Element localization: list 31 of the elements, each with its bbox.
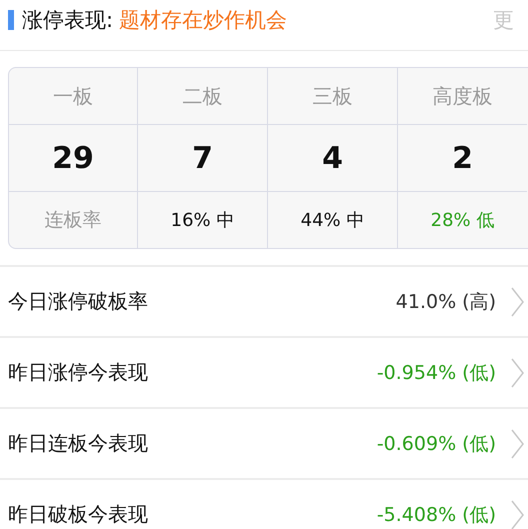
table-cell: 16% 中	[137, 191, 267, 248]
stat-label: 昨日涨停今表现	[8, 359, 148, 386]
section-marker	[8, 10, 14, 30]
column-header: 二板	[137, 68, 267, 124]
stat-row[interactable]: 昨日涨停今表现 -0.954% (低)	[0, 336, 528, 407]
chevron-right-icon	[510, 428, 524, 458]
stat-value: -5.408% (低)	[376, 502, 496, 528]
table-cell: 44% 中	[267, 191, 397, 248]
table-cell: 29	[9, 124, 137, 191]
stat-row[interactable]: 昨日连板今表现 -0.609% (低)	[0, 407, 528, 478]
stat-value: -0.609% (低)	[376, 432, 496, 456]
column-header: 高度板	[397, 68, 527, 124]
stat-value: -0.954% (低)	[376, 360, 496, 386]
stat-row[interactable]: 今日涨停破板率 41.0% (高)	[0, 265, 528, 336]
theme-text: 题材存在炒作机会	[119, 7, 288, 34]
table-cell: 28% 低	[397, 191, 527, 248]
stat-row[interactable]: 昨日破板今表现 -5.408% (低)	[0, 478, 528, 529]
row-header: 连板率	[9, 191, 137, 248]
chevron-right-icon	[510, 358, 524, 388]
stat-label: 昨日破板今表现	[8, 501, 148, 528]
table-cell: 4	[267, 124, 397, 191]
chevron-right-icon	[510, 500, 524, 529]
stat-label: 昨日连板今表现	[8, 430, 148, 457]
column-header: 三板	[267, 68, 397, 124]
stat-value: 41.0% (高)	[396, 290, 496, 314]
stat-label: 今日涨停破板率	[8, 288, 148, 315]
section-title: 涨停表现:	[22, 7, 114, 34]
table-cell: 2	[397, 124, 527, 191]
chevron-right-icon	[510, 286, 524, 316]
table-cell: 7	[137, 124, 267, 191]
column-header: 一板	[52, 82, 94, 110]
